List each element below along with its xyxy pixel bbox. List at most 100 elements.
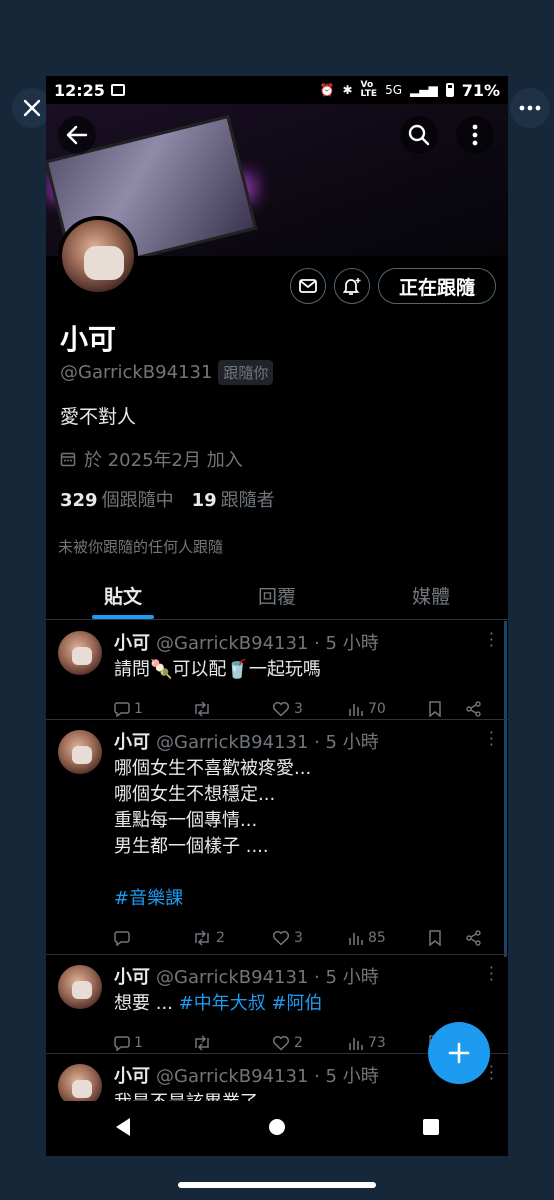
search-icon <box>408 124 430 146</box>
tweet-author-name: 小可 <box>114 1066 150 1087</box>
reply-count: 1 <box>134 1035 143 1051</box>
tab-media[interactable]: 媒體 <box>354 572 508 619</box>
retweet-button[interactable]: 2 <box>192 930 272 946</box>
gallery-notification-icon <box>110 84 125 96</box>
followers-count: 19 <box>191 490 217 511</box>
joined-date: 於 2025年2月 加入 <box>84 450 243 471</box>
retweet-count: 2 <box>216 930 225 946</box>
reply-button[interactable]: 1 <box>114 701 192 717</box>
bookmark-button[interactable] <box>428 701 466 717</box>
retweet-button[interactable] <box>192 1035 272 1051</box>
profile-handle: @GarrickB94131 <box>60 362 213 383</box>
status-bar: 12:25 ⏰ ✱ Vo LTE 5G ▂▄▆ 71% <box>46 76 508 104</box>
retweet-button[interactable] <box>192 701 272 717</box>
profile-more-button[interactable] <box>456 116 494 154</box>
reply-button[interactable] <box>114 930 192 946</box>
like-button[interactable]: 2 <box>272 1035 348 1051</box>
tweet-more-button[interactable]: · · · <box>489 960 494 988</box>
following-count: 329 <box>60 490 98 511</box>
views-button[interactable]: 85 <box>348 930 428 946</box>
message-button[interactable] <box>290 268 326 304</box>
profile-joined: 於 2025年2月 加入 <box>60 446 243 472</box>
tab-replies[interactable]: 回覆 <box>200 572 354 619</box>
share-button[interactable] <box>466 701 482 717</box>
heart-icon <box>272 930 290 946</box>
followers-count-link[interactable]: 19 跟隨者 <box>192 486 275 512</box>
nav-home-button[interactable] <box>268 1118 286 1140</box>
reply-button[interactable]: 1 <box>114 1035 192 1051</box>
calendar-icon <box>60 452 76 467</box>
search-button[interactable] <box>400 116 438 154</box>
tweet-more-button[interactable]: · · · <box>489 626 494 654</box>
following-button[interactable]: 正在跟隨 <box>378 268 496 304</box>
tweet-text-lead: 想要 ... <box>114 993 179 1014</box>
home-circle-icon <box>269 1119 285 1135</box>
reply-icon <box>114 702 130 717</box>
tweet-more-button[interactable]: · · · <box>489 1059 494 1087</box>
tweet-line: 哪個女生不喜歡被疼愛... <box>114 758 312 779</box>
like-button[interactable]: 3 <box>272 701 348 717</box>
like-button[interactable]: 3 <box>272 930 348 946</box>
profile-name: 小可 <box>60 323 117 356</box>
tweet-avatar[interactable] <box>58 730 102 774</box>
tweet-avatar[interactable] <box>58 631 102 675</box>
followers-label: 跟隨者 <box>220 490 275 511</box>
following-label: 個跟隨中 <box>101 490 174 511</box>
tweet-line: 重點每一個專情... <box>114 810 258 831</box>
views-count: 70 <box>368 701 386 717</box>
like-count: 2 <box>294 1035 303 1051</box>
reply-icon <box>114 1036 130 1051</box>
tweet-line: 男生都一個樣子 .... <box>114 836 269 857</box>
tweet-author-name: 小可 <box>114 633 150 654</box>
tweet-author-name: 小可 <box>114 967 150 988</box>
tab-posts[interactable]: 貼文 <box>46 572 200 619</box>
share-button[interactable] <box>466 930 482 946</box>
bookmark-icon <box>429 930 441 946</box>
retweet-icon <box>195 701 209 717</box>
compose-post-button[interactable] <box>428 1022 490 1084</box>
hashtag-link[interactable]: #中年大叔 <box>179 993 266 1014</box>
views-icon <box>349 933 363 945</box>
profile-avatar[interactable] <box>58 216 138 296</box>
network-label: 5G <box>385 83 403 97</box>
back-arrow-icon <box>66 125 88 145</box>
nav-back-button[interactable] <box>114 1117 132 1141</box>
tweet-avatar[interactable] <box>58 965 102 1009</box>
like-count: 3 <box>294 701 303 717</box>
share-icon <box>466 930 481 946</box>
tweet-avatar[interactable] <box>58 1064 102 1101</box>
tweet-line: 哪個女生不想穩定... <box>114 784 276 805</box>
tweet-more-button[interactable]: · · · <box>489 725 494 753</box>
tab-label: 貼文 <box>103 586 142 608</box>
home-indicator[interactable] <box>178 1182 376 1188</box>
plus-icon <box>448 1042 470 1064</box>
tweet-meta: @GarrickB94131 · 5 小時 <box>156 967 379 988</box>
views-button[interactable]: 70 <box>348 701 428 717</box>
hashtag-link[interactable]: #阿伯 <box>271 993 322 1014</box>
tab-label: 回覆 <box>257 586 296 608</box>
hashtag-link[interactable]: #音樂課 <box>114 888 183 909</box>
heart-icon <box>272 1035 290 1051</box>
tweet[interactable]: 小可 @GarrickB94131 · 5 小時 · · · 請問🍡可以配🥤一起玩嗎… <box>46 621 508 720</box>
views-count: 85 <box>368 930 386 946</box>
reply-count: 1 <box>134 701 143 717</box>
views-button[interactable]: 73 <box>348 1035 428 1051</box>
tweet-meta: @GarrickB94131 · 5 小時 <box>156 732 379 753</box>
share-icon <box>466 701 481 717</box>
profile-bio: 愛不對人 <box>60 406 137 428</box>
tweet[interactable]: 小可 @GarrickB94131 · 5 小時 · · · 哪個女生不喜歡被疼愛.… <box>46 720 508 955</box>
more-vertical-icon <box>472 124 478 146</box>
viewer-more-button[interactable] <box>510 88 550 128</box>
following-count-link[interactable]: 329 個跟隨中 <box>60 486 174 512</box>
follow-counts: 329 個跟隨中 19 跟隨者 <box>60 486 275 512</box>
retweet-icon <box>195 930 209 946</box>
back-button[interactable] <box>58 116 96 154</box>
views-count: 73 <box>368 1035 386 1051</box>
back-triangle-icon <box>116 1118 130 1136</box>
views-icon <box>349 1038 363 1050</box>
nav-recents-button[interactable] <box>422 1118 440 1140</box>
bookmark-button[interactable] <box>428 930 466 946</box>
notifications-button[interactable] <box>334 268 370 304</box>
like-count: 3 <box>294 930 303 946</box>
tweet-text: 我是不是該畢業了 <box>114 1090 496 1101</box>
